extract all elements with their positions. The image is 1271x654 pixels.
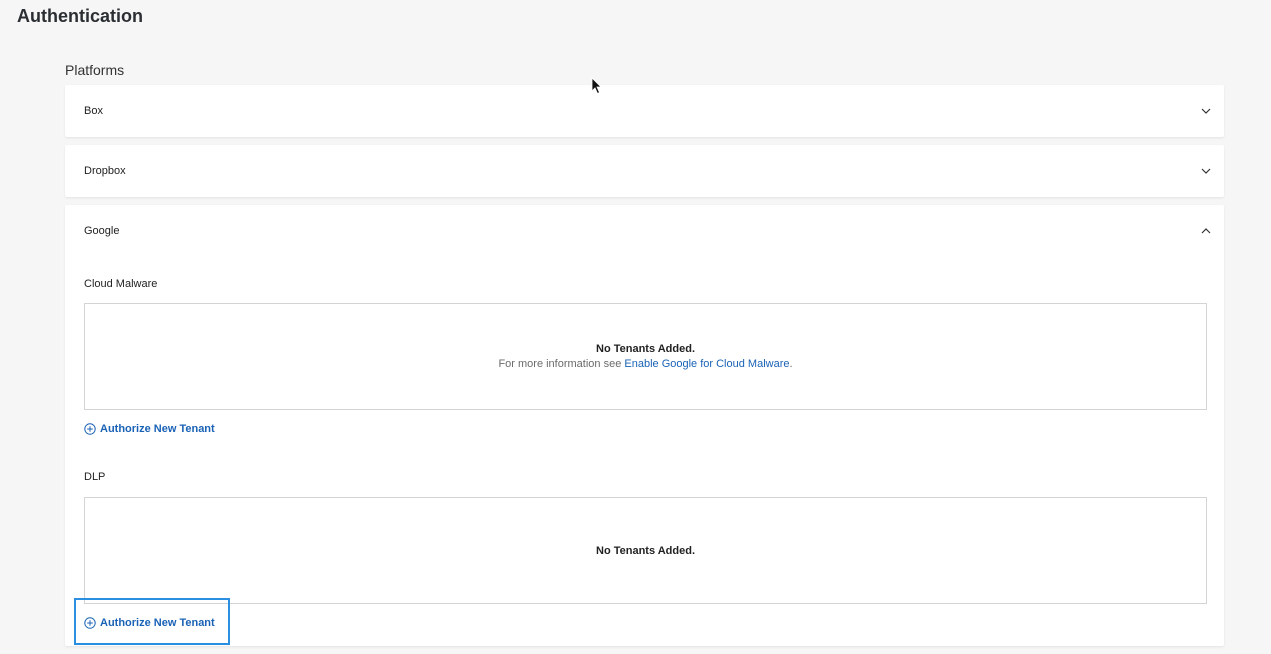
cloud-malware-info: For more information see Enable Google f… <box>85 358 1206 370</box>
cloud-malware-tenant-box: No Tenants Added. For more information s… <box>84 303 1207 410</box>
chevron-up-icon[interactable] <box>1200 225 1212 237</box>
platform-label-google: Google <box>84 225 120 237</box>
dlp-empty-title: No Tenants Added. <box>596 545 695 557</box>
platform-header-box[interactable]: Box <box>65 85 1224 137</box>
enable-google-cloud-malware-link[interactable]: Enable Google for Cloud Malware <box>624 358 789 370</box>
cloud-malware-empty-title: No Tenants Added. <box>596 343 695 355</box>
cloud-malware-label: Cloud Malware <box>84 278 158 290</box>
authorize-new-tenant-dlp-button[interactable]: Authorize New Tenant <box>84 617 215 629</box>
authorize-new-tenant-cloud-malware-button[interactable]: Authorize New Tenant <box>84 423 215 435</box>
platform-card-box: Box <box>65 85 1224 137</box>
cloud-malware-info-prefix: For more information see <box>498 358 622 370</box>
platforms-section-title: Platforms <box>65 62 125 78</box>
mouse-pointer-icon <box>591 77 602 95</box>
cloud-malware-info-suffix: . <box>789 358 793 370</box>
page-title: Authentication <box>17 6 143 26</box>
dlp-label: DLP <box>84 471 106 483</box>
dlp-tenant-box: No Tenants Added. <box>84 497 1207 604</box>
authorize-label: Authorize New Tenant <box>100 617 215 629</box>
chevron-down-icon[interactable] <box>1200 105 1212 117</box>
platform-label-box: Box <box>84 105 103 117</box>
platform-card-dropbox: Dropbox <box>65 145 1224 197</box>
chevron-down-icon[interactable] <box>1200 165 1212 177</box>
platform-header-google[interactable]: Google <box>65 205 1224 257</box>
platform-header-dropbox[interactable]: Dropbox <box>65 145 1224 197</box>
platform-card-google: Google Cloud Malware No Tenants Added. F… <box>65 205 1224 646</box>
platform-label-dropbox: Dropbox <box>84 165 126 177</box>
plus-circle-icon <box>84 423 96 435</box>
plus-circle-icon <box>84 617 96 629</box>
authorize-label: Authorize New Tenant <box>100 423 215 435</box>
